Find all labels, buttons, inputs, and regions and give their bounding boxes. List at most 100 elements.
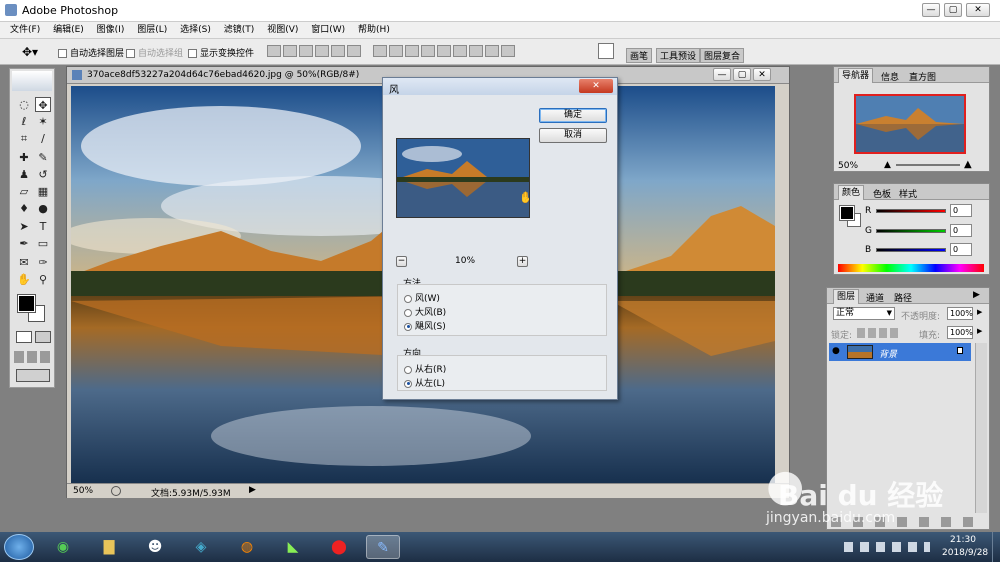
doc-minimize-button[interactable]: — bbox=[713, 68, 731, 81]
menu-window[interactable]: 窗口(W) bbox=[311, 22, 345, 39]
magic-wand-icon[interactable]: ✶ bbox=[35, 114, 51, 129]
navigator-zoom-in-icon[interactable]: ▲ bbox=[964, 159, 972, 170]
hand-tool-icon[interactable]: ✋ bbox=[16, 272, 32, 287]
start-button[interactable] bbox=[4, 534, 34, 560]
method-wind-radio[interactable]: 风(W) bbox=[404, 291, 440, 304]
clock-time[interactable]: 21:30 bbox=[950, 535, 976, 545]
tab-channels[interactable]: 通道 bbox=[863, 291, 887, 304]
menu-help[interactable]: 帮助(H) bbox=[358, 22, 390, 39]
close-button[interactable]: ✕ bbox=[966, 3, 990, 17]
palette-well-icon[interactable] bbox=[598, 43, 614, 59]
shape-tool-icon[interactable]: ▭ bbox=[35, 236, 51, 251]
healing-brush-icon[interactable]: ✚ bbox=[16, 150, 32, 165]
dialog-close-button[interactable]: ✕ bbox=[579, 79, 613, 93]
taskbar-firefox-icon[interactable]: ◍ bbox=[230, 535, 264, 559]
lock-icons[interactable] bbox=[857, 328, 901, 338]
dodge-tool-icon[interactable]: ● bbox=[35, 201, 51, 216]
menu-layer[interactable]: 图层(L) bbox=[137, 22, 167, 39]
quickmask-edit-icon[interactable] bbox=[35, 331, 51, 343]
method-stagger-radio[interactable]: 飓风(S) bbox=[404, 319, 446, 332]
tab-layers[interactable]: 图层 bbox=[833, 289, 860, 304]
lasso-tool-icon[interactable]: ℓ bbox=[16, 114, 32, 129]
move-tool-icon[interactable]: ✥▾ bbox=[22, 45, 38, 59]
blue-slider[interactable] bbox=[876, 248, 946, 252]
menu-file[interactable]: 文件(F) bbox=[10, 22, 40, 39]
distribute-buttons[interactable] bbox=[372, 45, 516, 57]
brush-tool-icon[interactable]: ✎ bbox=[35, 150, 51, 165]
green-value[interactable]: 0 bbox=[950, 224, 972, 237]
blue-value[interactable]: 0 bbox=[950, 243, 972, 256]
tray-icons[interactable] bbox=[844, 542, 930, 552]
slice-tool-icon[interactable]: ∕ bbox=[35, 131, 51, 146]
taskbar-photoshop-icon[interactable]: ✎ bbox=[366, 535, 400, 559]
tab-tool-presets[interactable]: 工具预设 bbox=[656, 48, 701, 63]
zoom-out-button[interactable]: − bbox=[396, 256, 407, 267]
tab-info[interactable]: 信息 bbox=[878, 70, 902, 83]
taskbar-explorer-icon[interactable]: ▇ bbox=[92, 535, 126, 559]
stamp-tool-icon[interactable]: ♟ bbox=[16, 167, 32, 182]
tab-brushes[interactable]: 画笔 bbox=[626, 48, 653, 63]
navigator-zoom[interactable]: 50% bbox=[838, 161, 858, 171]
move-tool-icon[interactable]: ✥ bbox=[35, 97, 51, 112]
tab-swatches[interactable]: 色板 bbox=[870, 187, 894, 200]
taskbar-qq-icon[interactable]: ☻ bbox=[138, 535, 172, 559]
cancel-button[interactable]: 取消 bbox=[539, 128, 607, 143]
color-foreground-swatch[interactable] bbox=[839, 205, 855, 221]
marquee-tool-icon[interactable]: ◌ bbox=[16, 97, 32, 112]
opacity-menu-icon[interactable]: ▶ bbox=[977, 308, 982, 316]
blur-tool-icon[interactable]: ♦ bbox=[16, 201, 32, 216]
layers-menu-icon[interactable]: ▶ bbox=[973, 290, 980, 300]
doc-maximize-button[interactable]: ▢ bbox=[733, 68, 751, 81]
status-menu-arrow-icon[interactable]: ▶ bbox=[249, 485, 256, 495]
tab-histogram[interactable]: 直方图 bbox=[906, 70, 939, 83]
tab-navigator[interactable]: 导航器 bbox=[838, 68, 874, 83]
navigator-thumbnail[interactable] bbox=[854, 94, 966, 154]
auto-select-group-option[interactable]: 自动选择组 bbox=[126, 46, 183, 59]
taskbar-browser-icon[interactable]: ◉ bbox=[46, 535, 80, 559]
blend-mode-select[interactable]: 正常 ▼ bbox=[833, 307, 895, 320]
navigator-zoom-out-icon[interactable]: ▲ bbox=[884, 160, 891, 170]
taskbar-media-icon[interactable]: ◣ bbox=[276, 535, 310, 559]
zoom-tool-icon[interactable]: ⚲ bbox=[35, 272, 51, 287]
layer-row-background[interactable]: ● 背景 bbox=[829, 343, 971, 361]
eraser-tool-icon[interactable]: ▱ bbox=[16, 184, 32, 199]
auto-select-layer-option[interactable]: 自动选择图层 bbox=[58, 46, 124, 59]
clock-date[interactable]: 2018/9/28 bbox=[942, 548, 988, 558]
crop-tool-icon[interactable]: ⌗ bbox=[16, 131, 32, 146]
menu-filter[interactable]: 滤镜(T) bbox=[224, 22, 255, 39]
fill-menu-icon[interactable]: ▶ bbox=[977, 327, 982, 335]
maximize-button[interactable]: ▢ bbox=[944, 3, 962, 17]
minimize-button[interactable]: — bbox=[922, 3, 940, 17]
taskbar-record-icon[interactable]: ⬤ bbox=[322, 535, 356, 559]
menu-select[interactable]: 选择(S) bbox=[180, 22, 211, 39]
menu-image[interactable]: 图像(I) bbox=[97, 22, 125, 39]
tab-paths[interactable]: 路径 bbox=[891, 291, 915, 304]
tab-styles[interactable]: 样式 bbox=[896, 187, 920, 200]
foreground-color-swatch[interactable] bbox=[17, 294, 36, 313]
align-buttons[interactable] bbox=[266, 45, 362, 57]
notes-tool-icon[interactable]: ✉ bbox=[16, 255, 32, 270]
type-tool-icon[interactable]: T bbox=[35, 219, 51, 234]
red-value[interactable]: 0 bbox=[950, 204, 972, 217]
red-slider[interactable] bbox=[876, 209, 946, 213]
method-blast-radio[interactable]: 大风(B) bbox=[404, 305, 446, 318]
show-transform-option[interactable]: 显示变换控件 bbox=[188, 46, 254, 59]
tab-layer-comps[interactable]: 图层复合 bbox=[700, 48, 745, 63]
taskbar-ie-icon[interactable]: ◈ bbox=[184, 535, 218, 559]
direction-left-radio[interactable]: 从左(L) bbox=[404, 376, 445, 389]
history-brush-icon[interactable]: ↺ bbox=[35, 167, 51, 182]
quickmask-mode-icon[interactable] bbox=[16, 331, 32, 343]
zoom-level[interactable]: 50% bbox=[73, 486, 93, 496]
green-slider[interactable] bbox=[876, 229, 946, 233]
status-icon[interactable] bbox=[111, 486, 121, 496]
navigator-zoom-slider[interactable] bbox=[896, 164, 960, 166]
menu-view[interactable]: 视图(V) bbox=[267, 22, 298, 39]
zoom-in-button[interactable]: + bbox=[517, 256, 528, 267]
menu-edit[interactable]: 编辑(E) bbox=[53, 22, 84, 39]
doc-close-button[interactable]: ✕ bbox=[753, 68, 771, 81]
tab-color[interactable]: 颜色 bbox=[838, 185, 865, 200]
preview-thumbnail[interactable]: ✋ bbox=[396, 138, 530, 218]
screen-mode-icons[interactable] bbox=[14, 351, 52, 363]
show-desktop-button[interactable] bbox=[992, 532, 1000, 562]
path-select-icon[interactable]: ➤ bbox=[16, 219, 32, 234]
